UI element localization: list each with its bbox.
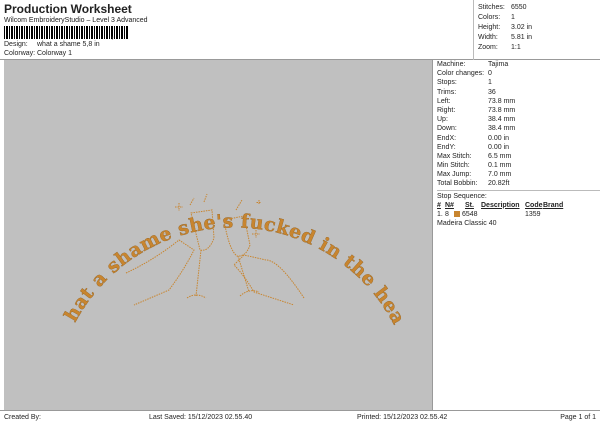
created-by: Created By: <box>4 414 41 421</box>
detail-label: Stops: <box>437 79 457 87</box>
details-panel: Machine: Tajima Color changes: 0 Stops: 1 Trim… <box>432 60 600 410</box>
stat-colors: Colors: 1 <box>478 14 515 21</box>
detail-row: Left: 73.8 mm <box>437 97 600 106</box>
detail-label: Right: <box>437 106 456 114</box>
page-title: Production Worksheet <box>4 2 132 16</box>
detail-value: 38.4 mm <box>488 116 516 124</box>
colorway-label: Colorway: <box>4 50 36 57</box>
detail-label: Max Jump: <box>437 171 472 179</box>
detail-value: 0.1 mm <box>488 162 512 170</box>
detail-row: Up: 38.4 mm <box>437 115 600 124</box>
detail-label: Color changes: <box>437 70 485 78</box>
col-needle: N# <box>445 201 454 209</box>
detail-value: 73.8 mm <box>488 97 516 105</box>
detail-value: 0 <box>488 70 492 78</box>
detail-label: EndY: <box>437 143 456 151</box>
stat-height: Height: 3.02 in <box>478 24 533 31</box>
detail-row: EndY: 0.00 in <box>437 143 600 152</box>
colorway-value: Colorway 1 <box>37 50 73 57</box>
detail-label: Max Stitch: <box>437 152 472 160</box>
detail-value: 7.0 mm <box>488 171 512 179</box>
detail-value: 0.00 in <box>488 143 510 151</box>
detail-label: Up: <box>437 116 448 124</box>
col-stitches: St. <box>465 201 474 209</box>
detail-row: Total Bobbin: 20.82ft <box>437 179 600 188</box>
detail-row: Color changes: 0 <box>437 69 600 78</box>
printed-date: Printed: 15/12/2023 02.55.42 <box>357 414 448 421</box>
detail-row: Trims: 36 <box>437 88 600 97</box>
detail-label: Min Stitch: <box>437 162 470 170</box>
stop-sequence-row[interactable]: 1. 8 6548 1359Madeira Classic 40 <box>437 210 600 228</box>
embroidery-design: what a shame she's fucked in the head <box>0 43 409 328</box>
col-brand: Brand <box>543 201 564 209</box>
stop-sequence: Stop Sequence: # N# St. Description CodeBran… <box>437 189 600 228</box>
colorway-row: Colorway: Colorway 1 <box>4 50 72 57</box>
col-description: Description <box>481 201 520 209</box>
detail-value: 38.4 mm <box>488 125 516 133</box>
detail-row: Min Stitch: 0.1 mm <box>437 161 600 170</box>
detail-label: EndX: <box>437 134 457 142</box>
stat-zoom: Zoom: 1:1 <box>478 44 521 51</box>
detail-label: Total Bobbin: <box>437 180 478 188</box>
design-label: Design: <box>4 41 28 48</box>
detail-value: 1 <box>488 79 492 87</box>
stop-sequence-title: Stop Sequence: <box>437 192 487 200</box>
detail-row: Max Jump: 7.0 mm <box>437 170 600 179</box>
design-row: Design: what a shame 5,8 in <box>4 41 100 48</box>
software-name: Wilcom EmbroideryStudio – Level 3 Advanc… <box>4 17 148 24</box>
stat-stitches: Stitches: 6550 <box>478 4 527 11</box>
col-code: Code <box>525 201 543 209</box>
detail-row: Down: 38.4 mm <box>437 124 600 133</box>
detail-label: Machine: <box>437 61 466 68</box>
detail-value: 0.00 in <box>488 134 510 142</box>
design-value: what a shame 5,8 in <box>37 41 100 48</box>
detail-row: Right: 73.8 mm <box>437 106 600 115</box>
detail-row: Max Stitch: 6.5 mm <box>437 152 600 161</box>
detail-value: 20.82ft <box>488 180 510 188</box>
page-number: Page 1 of 1 <box>560 414 596 421</box>
stop-sequence-header: # N# St. Description CodeBrand <box>437 201 600 210</box>
detail-row: Machine: Tajima <box>437 60 600 69</box>
last-saved: Last Saved: 15/12/2023 02.55.40 <box>149 414 253 421</box>
design-preview: what a shame she's fucked in the head <box>0 43 432 410</box>
detail-label: Down: <box>437 125 457 133</box>
detail-value: Tajima <box>488 61 509 68</box>
detail-label: Trims: <box>437 88 457 96</box>
detail-row: Stops: 1 <box>437 78 600 87</box>
detail-label: Left: <box>437 97 451 105</box>
stat-width: Width: 5.81 in <box>478 34 533 41</box>
barcode-suffix: , <box>111 30 114 41</box>
stats-panel: Stitches: 6550 Colors: 1 Height: 3.02 in Wi… <box>473 0 600 60</box>
thread-color-swatch <box>454 210 460 217</box>
footer: Created By: Last Saved: 15/12/2023 02.55… <box>0 410 600 424</box>
col-num: # <box>437 201 441 209</box>
detail-row: EndX: 0.00 in <box>437 134 600 143</box>
worksheet-header: Production Worksheet Wilcom EmbroiderySt… <box>0 0 600 60</box>
detail-value: 73.8 mm <box>488 106 516 114</box>
detail-value: 6.5 mm <box>488 152 512 160</box>
detail-value: 36 <box>488 88 496 96</box>
